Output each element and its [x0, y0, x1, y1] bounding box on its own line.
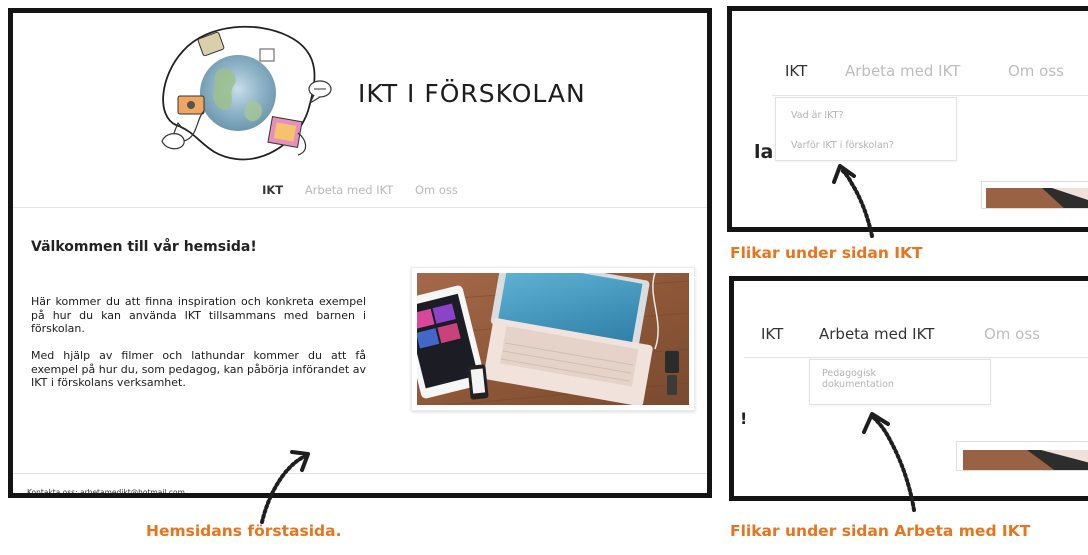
- main-navigation: IKT Arbeta med IKT Om oss: [13, 183, 707, 197]
- tab-underline: [772, 95, 1088, 96]
- method-paragraph: Med hjälp av filmer och lathundar kommer…: [31, 349, 366, 389]
- arrow-to-arbeta-dropdown-icon: [862, 412, 916, 512]
- nav-tab-arbeta-med-ikt[interactable]: Arbeta med IKT: [305, 183, 393, 197]
- dropdown-item-pedagogisk-dokumentation[interactable]: Pedagogisk dokumentation: [822, 368, 894, 390]
- arrow-to-homepage-icon: [260, 450, 310, 524]
- nav-divider: [13, 207, 707, 208]
- tab-ikt[interactable]: IKT: [785, 62, 807, 80]
- homepage-screenshot: IKT I FÖRSKOLAN IKT Arbeta med IKT Om os…: [8, 8, 712, 498]
- tab-om-oss[interactable]: Om oss: [984, 325, 1040, 343]
- nav-tab-om-oss[interactable]: Om oss: [415, 183, 458, 197]
- tab-om-oss[interactable]: Om oss: [1008, 62, 1064, 80]
- ikt-dropdown-screenshot: IKT Arbeta med IKT Om oss Vad är IKT? Va…: [727, 6, 1088, 232]
- dropdown-item-line-1: Pedagogisk: [822, 368, 877, 379]
- ikt-dropdown-menu: Vad är IKT? Varför IKT i förskolan?: [775, 97, 957, 161]
- laptop-tablet-photo: [398, 255, 695, 411]
- cropped-text-fragment: !: [740, 409, 748, 428]
- cropped-photo-thumbnail: [956, 441, 1088, 471]
- nav-tab-ikt[interactable]: IKT: [262, 183, 283, 197]
- cropped-text-fragment: la: [754, 141, 774, 163]
- dropdown-item-vad-ar-ikt[interactable]: Vad är IKT?: [791, 110, 844, 121]
- dropdown-item-line-2: dokumentation: [822, 379, 894, 390]
- intro-paragraph: Här kommer du att finna inspiration och …: [31, 295, 366, 335]
- globe-logo-illustration: [138, 21, 348, 171]
- footer-divider: [13, 473, 707, 474]
- welcome-heading: Välkommen till vår hemsida!: [31, 239, 257, 255]
- tab-arbeta-med-ikt[interactable]: Arbeta med IKT: [819, 325, 934, 343]
- tab-ikt[interactable]: IKT: [761, 325, 783, 343]
- arbeta-dropdown-menu: Pedagogisk dokumentation: [809, 359, 991, 405]
- dropdown-item-varfor-ikt[interactable]: Varför IKT i förskolan?: [791, 140, 894, 151]
- caption-ikt-tabs: Flikar under sidan IKT: [730, 244, 923, 262]
- footer-contact[interactable]: Kontakta oss: arbetamedikt@hotmail.com: [27, 488, 185, 493]
- arrow-to-ikt-dropdown-icon: [832, 164, 874, 238]
- tab-arbeta-med-ikt[interactable]: Arbeta med IKT: [845, 62, 960, 80]
- tab-underline: [744, 357, 1088, 358]
- cropped-photo-thumbnail: [981, 181, 1088, 209]
- caption-arbeta-tabs: Flikar under sidan Arbeta med IKT: [730, 522, 1031, 540]
- site-title: IKT I FÖRSKOLAN: [358, 79, 586, 108]
